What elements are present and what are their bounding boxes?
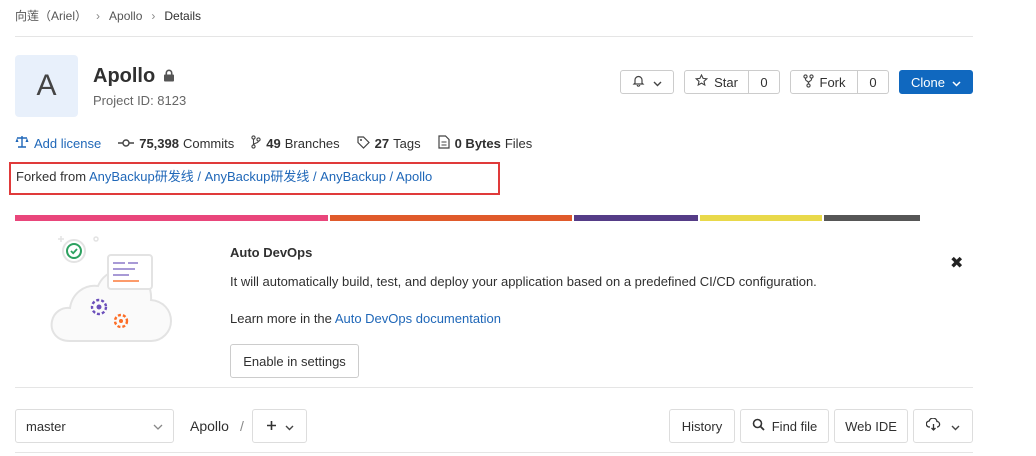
chevron-down-icon <box>952 75 961 90</box>
chevron-down-icon <box>951 419 960 434</box>
repo-path-root[interactable]: Apollo <box>190 418 229 434</box>
fork-button[interactable]: Fork <box>790 70 858 94</box>
devops-illustration <box>48 233 178 348</box>
close-icon[interactable]: ✖ <box>950 253 963 273</box>
breadcrumb-group[interactable]: 向莲（Ariel） <box>15 7 87 24</box>
breadcrumb-current[interactable]: Details <box>164 9 201 23</box>
branch-select-value: master <box>26 418 66 434</box>
find-file-button[interactable]: Find file <box>740 409 829 443</box>
breadcrumb: 向莲（Ariel） › Apollo › Details <box>15 7 201 24</box>
clone-button[interactable]: Clone <box>899 70 973 94</box>
forked-from-notice: Forked from AnyBackup研发线 / AnyBackup研发线 … <box>9 162 500 195</box>
tags-count: 27 <box>374 136 390 151</box>
language-bar-segment[interactable] <box>574 215 698 221</box>
files-size: 0 Bytes <box>454 136 501 151</box>
plus-icon <box>266 419 277 434</box>
forked-from-prefix: Forked from <box>16 169 87 184</box>
devops-learn-prefix: Learn more in the <box>230 311 332 326</box>
commits-label: Commits <box>182 136 235 151</box>
language-bar-segment[interactable] <box>700 215 822 221</box>
add-to-tree-dropdown[interactable] <box>252 409 307 443</box>
chevron-down-icon <box>285 419 294 434</box>
search-icon <box>752 418 765 434</box>
language-bar-segment[interactable] <box>330 215 572 221</box>
project-avatar[interactable]: A <box>15 55 78 117</box>
commits-stat[interactable]: 75,398 Commits <box>118 136 234 151</box>
divider <box>15 36 973 37</box>
web-ide-button[interactable]: Web IDE <box>834 409 908 443</box>
project-stats: Add license 75,398 Commits 49 Branches 2… <box>15 135 549 152</box>
devops-title: Auto DevOps <box>230 245 313 260</box>
commit-icon <box>118 136 139 151</box>
download-dropdown[interactable] <box>913 409 973 443</box>
forked-from-link[interactable]: AnyBackup研发线 / AnyBackup研发线 / AnyBackup … <box>89 169 432 184</box>
add-license-link[interactable]: Add license <box>15 135 101 152</box>
add-license-label: Add license <box>34 136 102 151</box>
fork-count[interactable]: 0 <box>858 70 889 94</box>
chevron-right-icon: › <box>96 8 101 23</box>
language-bar-segment[interactable] <box>824 215 920 221</box>
fork-label: Fork <box>819 74 846 90</box>
breadcrumb-project[interactable]: Apollo <box>109 9 142 23</box>
project-id: Project ID: 8123 <box>93 93 187 108</box>
devops-docs-link[interactable]: Auto DevOps documentation <box>335 311 501 326</box>
project-title: Apollo <box>93 65 175 88</box>
star-button[interactable]: Star <box>684 70 749 94</box>
chevron-right-icon: › <box>151 8 156 23</box>
auto-devops-banner: Auto DevOps It will automatically build,… <box>15 225 973 388</box>
repo-path-separator: / <box>240 418 244 434</box>
tags-label: Tags <box>393 136 421 151</box>
download-cloud-icon <box>925 417 941 434</box>
find-file-label: Find file <box>771 418 818 434</box>
language-bar-segment[interactable] <box>15 215 328 221</box>
lock-icon <box>163 65 175 88</box>
chevron-down-icon <box>653 75 662 90</box>
star-icon <box>694 73 709 90</box>
devops-description: It will automatically build, test, and d… <box>230 274 817 289</box>
divider <box>15 452 973 453</box>
history-button[interactable]: History <box>669 409 735 443</box>
branch-select[interactable]: master <box>15 409 174 443</box>
branches-count: 49 <box>266 136 281 151</box>
enable-in-settings-button[interactable]: Enable in settings <box>230 344 359 378</box>
branches-stat[interactable]: 49 Branches <box>251 135 340 152</box>
files-label: Files <box>504 136 533 151</box>
chevron-down-icon <box>153 419 163 434</box>
notification-dropdown[interactable] <box>620 70 674 94</box>
files-stat[interactable]: 0 Bytes Files <box>437 135 533 152</box>
branch-icon <box>251 135 266 152</box>
star-count[interactable]: 0 <box>749 70 780 94</box>
branches-label: Branches <box>284 136 340 151</box>
clone-label: Clone <box>911 74 945 90</box>
scale-icon <box>15 135 34 152</box>
project-name: Apollo <box>93 65 156 87</box>
star-label: Star <box>714 74 738 90</box>
file-icon <box>437 135 455 152</box>
tag-icon <box>357 135 375 152</box>
fork-icon <box>802 73 814 91</box>
devops-learn-more: Learn more in the Auto DevOps documentat… <box>230 311 501 326</box>
commits-count: 75,398 <box>139 136 179 151</box>
bell-icon <box>632 74 645 90</box>
tags-stat[interactable]: 27 Tags <box>357 135 421 152</box>
